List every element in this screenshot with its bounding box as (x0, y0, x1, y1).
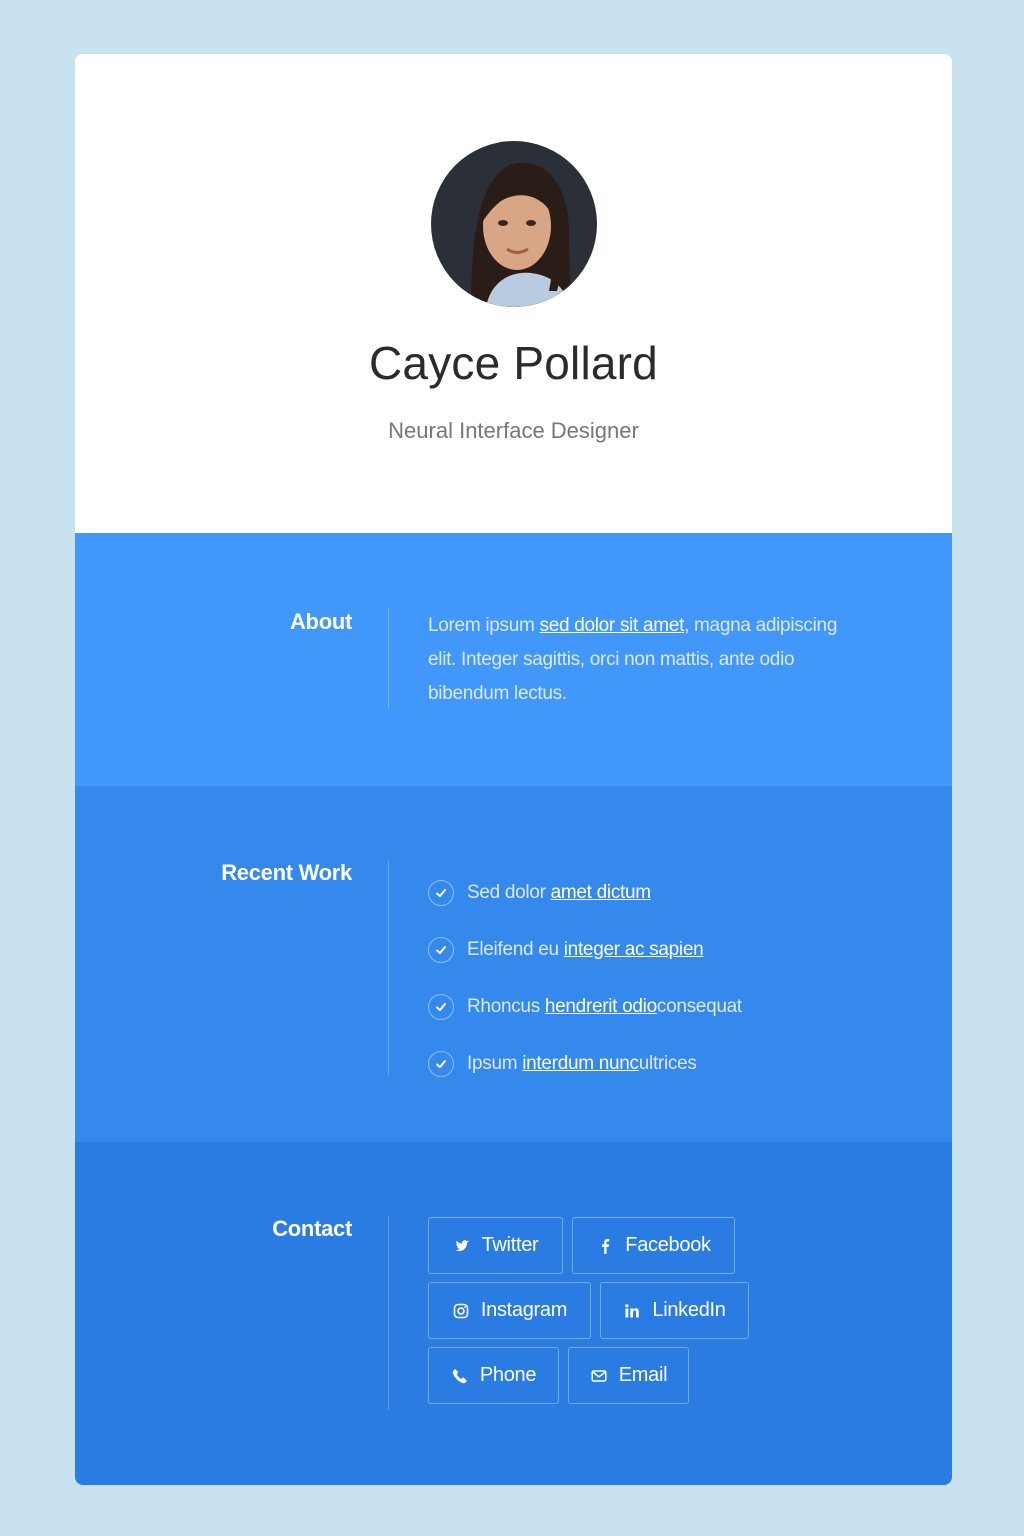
work-item-text: Rhoncus (467, 995, 540, 1017)
work-item-text: Ipsum (467, 1052, 518, 1074)
twitter-label: Twitter (481, 1234, 539, 1256)
about-text: Lorem ipsum sed dolor sit amet, magna ad… (428, 609, 868, 711)
instagram-button[interactable]: Instagram (428, 1282, 591, 1339)
work-item-link[interactable]: amet dictum (551, 882, 651, 904)
work-item-suffix: consequat (656, 995, 742, 1017)
work-item-text: Eleifend eu (467, 938, 559, 960)
about-text-before: Lorem ipsum (428, 615, 540, 636)
email-label: Email (618, 1364, 668, 1386)
email-icon (590, 1367, 608, 1385)
work-item: Ipsum interdum nunc ultrices (428, 1035, 742, 1092)
work-item-link[interactable]: integer ac sapien (564, 939, 704, 961)
recent-work-section: Recent Work Sed dolor amet dictum Eleife… (75, 786, 952, 1142)
about-link[interactable]: sed dolor sit amet (540, 615, 685, 636)
avatar (431, 141, 597, 307)
profile-header: Cayce Pollard Neural Interface Designer (75, 54, 952, 533)
facebook-label: Facebook (625, 1234, 711, 1256)
work-item-suffix: ultrices (638, 1052, 697, 1074)
instagram-icon (452, 1302, 470, 1320)
profile-card: Cayce Pollard Neural Interface Designer … (75, 54, 952, 1485)
work-item: Sed dolor amet dictum (428, 864, 742, 921)
phone-icon (451, 1367, 469, 1385)
about-divider (388, 609, 389, 709)
facebook-button[interactable]: Facebook (572, 1217, 735, 1274)
profile-title: Neural Interface Designer (388, 418, 639, 443)
work-item-text: Sed dolor (467, 881, 546, 903)
contact-divider (388, 1216, 389, 1410)
linkedin-icon (623, 1302, 641, 1320)
about-label: About (289, 609, 352, 634)
work-item: Rhoncus hendrerit odio consequat (428, 978, 742, 1035)
instagram-label: Instagram (480, 1299, 568, 1321)
email-button[interactable]: Email (568, 1347, 689, 1404)
twitter-icon (453, 1237, 471, 1255)
about-section: About Lorem ipsum sed dolor sit amet, ma… (75, 533, 952, 786)
linkedin-button[interactable]: LinkedIn (600, 1282, 749, 1339)
check-icon (428, 879, 454, 906)
avatar-image (431, 141, 597, 307)
linkedin-label: LinkedIn (652, 1299, 726, 1321)
check-icon (428, 993, 454, 1020)
recent-work-label: Recent Work (221, 860, 352, 885)
profile-name: Cayce Pollard (369, 337, 658, 389)
facebook-icon (596, 1237, 614, 1255)
contact-row: Twitter Facebook (428, 1217, 744, 1274)
contact-label: Contact (272, 1216, 352, 1241)
check-icon (428, 936, 454, 963)
work-item-link[interactable]: hendrerit odio (545, 996, 657, 1018)
phone-label: Phone (479, 1364, 537, 1386)
work-item: Eleifend eu integer ac sapien (428, 921, 742, 978)
twitter-button[interactable]: Twitter (428, 1217, 563, 1274)
recent-work-divider (388, 860, 389, 1076)
check-icon (428, 1050, 454, 1077)
work-item-link[interactable]: interdum nunc (522, 1053, 639, 1075)
contact-row: Instagram LinkedIn (428, 1282, 758, 1339)
contact-row: Phone Email (428, 1347, 698, 1404)
phone-button[interactable]: Phone (428, 1347, 559, 1404)
contact-section: Contact Twitter Facebook Instagram Linke… (75, 1142, 952, 1485)
work-list: Sed dolor amet dictum Eleifend eu intege… (428, 864, 742, 1092)
